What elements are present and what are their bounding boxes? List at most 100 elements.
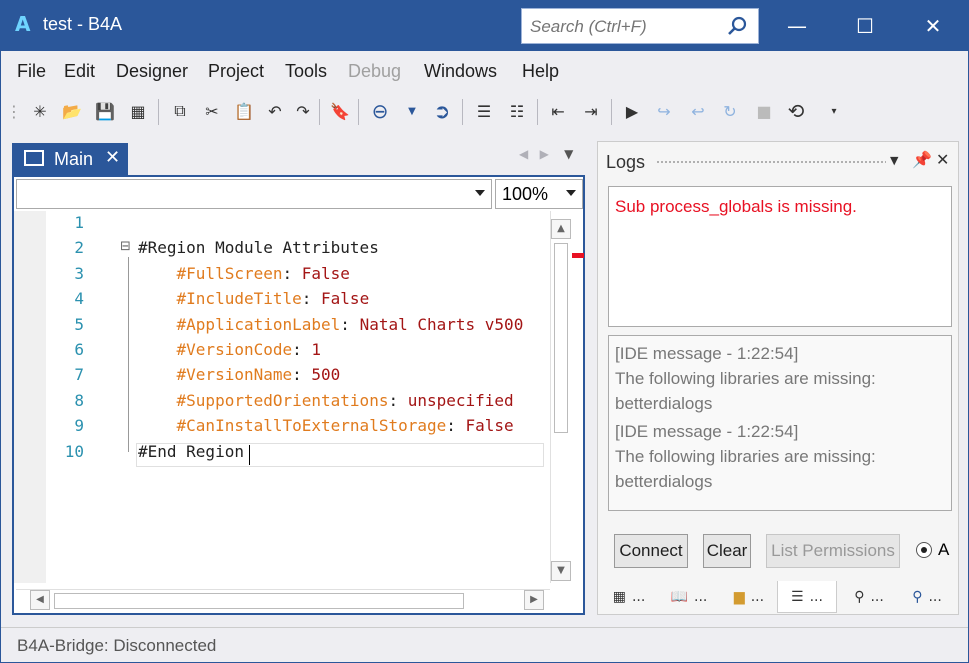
clear-button[interactable]: Clear xyxy=(703,534,751,568)
attribute-key: #VersionCode xyxy=(176,340,293,359)
code-line[interactable]: #End Region xyxy=(138,442,244,467)
search-input[interactable] xyxy=(530,17,730,37)
open-folder-icon[interactable]: 📂 xyxy=(59,98,85,124)
restart-icon[interactable]: ⟲ xyxy=(783,98,809,124)
paste-icon[interactable]: 📋 xyxy=(231,98,257,124)
radio-selected-dot xyxy=(921,547,927,553)
separator: : xyxy=(292,340,312,359)
menu-debug[interactable]: Debug xyxy=(348,61,401,82)
attribute-value: False xyxy=(301,263,350,283)
code-editor: 100% 1 2 ⊟ #Region Module Attributes 3 #Full… xyxy=(12,175,585,615)
separator: : xyxy=(292,365,312,385)
stop-icon[interactable]: ■ xyxy=(751,98,777,124)
menu-tools[interactable]: Tools xyxy=(285,61,327,82)
maximize-button[interactable]: ☐ xyxy=(831,1,899,51)
outdent-icon[interactable]: ⇤ xyxy=(545,98,571,124)
tab-main-label: Main xyxy=(54,149,94,169)
code-line[interactable]: #FullScreen: False xyxy=(138,264,350,289)
radio-a[interactable] xyxy=(916,542,932,558)
menu-edit[interactable]: Edit xyxy=(64,61,95,82)
log-messages-box[interactable]: [IDE message - 1:22:54] The following li… xyxy=(608,335,952,511)
fold-toggle-icon[interactable]: ⊟ xyxy=(120,239,131,254)
copy-icon[interactable]: ⧉ xyxy=(167,98,193,124)
scrollbar-thumb[interactable] xyxy=(554,243,568,433)
error-marker[interactable] xyxy=(572,253,584,258)
zoom-combo[interactable]: 100% xyxy=(495,179,583,209)
step-in-icon[interactable]: ↪ xyxy=(651,98,677,124)
scroll-left-icon[interactable]: ◀ xyxy=(30,590,50,610)
undo-icon[interactable]: ↶ xyxy=(262,98,288,124)
back-dropdown-icon[interactable]: ▼ xyxy=(399,98,425,124)
uncomment-block-icon[interactable]: ☷ xyxy=(504,98,530,124)
code-line[interactable]: #SupportedOrientations: unspecified xyxy=(138,391,514,416)
tab-logs[interactable]: ☰... xyxy=(777,581,837,613)
search-icon[interactable] xyxy=(726,15,748,37)
attribute-value: Natal Charts v500 xyxy=(359,314,524,334)
list-permissions-button[interactable]: List Permissions xyxy=(766,534,900,568)
new-file-icon[interactable]: ✳ xyxy=(27,98,53,124)
modules-grid-icon: ▦ xyxy=(612,589,626,605)
line-number: 9 xyxy=(74,416,84,436)
tab-libraries[interactable]: 📖... xyxy=(659,581,719,613)
tab-quick-search[interactable]: ⚲... xyxy=(897,581,957,613)
status-text: B4A-Bridge: Disconnected xyxy=(17,636,217,655)
code-text: #End Region xyxy=(138,441,244,461)
line-number: 7 xyxy=(74,365,84,385)
designer-icon[interactable]: ▦ xyxy=(125,98,151,124)
tab-find[interactable]: ⚲... xyxy=(839,581,899,613)
redo-icon[interactable]: ↷ xyxy=(290,98,316,124)
toolbar-separator xyxy=(319,99,320,125)
menu-project[interactable]: Project xyxy=(208,61,264,82)
search-icon: ⚲ xyxy=(854,589,865,605)
search-box[interactable] xyxy=(521,8,759,44)
code-line[interactable]: #ApplicationLabel: Natal Charts v500 xyxy=(138,314,524,340)
menu-help[interactable]: Help xyxy=(522,61,559,82)
fold-guide xyxy=(128,257,129,452)
bookmark-icon[interactable]: 🔖 xyxy=(327,98,353,124)
run-icon[interactable]: ▶ xyxy=(619,98,645,124)
tab-main[interactable]: Main ✕ xyxy=(12,143,128,175)
menu-windows[interactable]: Windows xyxy=(424,61,497,82)
log-message-line: betterdialogs xyxy=(615,394,713,413)
horizontal-scrollbar[interactable]: ◀ ▶ xyxy=(16,589,550,611)
connect-button[interactable]: Connect xyxy=(614,534,688,568)
navigate-back-icon[interactable]: ⊖ xyxy=(367,98,393,124)
menu-designer[interactable]: Designer xyxy=(116,61,188,82)
sub-selector-combo[interactable] xyxy=(16,179,492,209)
indent-icon[interactable]: ⇥ xyxy=(578,98,604,124)
tab-scroll-icons[interactable]: ◀ ▶ ▼ xyxy=(519,147,573,161)
code-line[interactable]: #Region Module Attributes xyxy=(138,238,379,263)
tab-label: ... xyxy=(870,589,884,605)
tab-close-icon[interactable]: ✕ xyxy=(105,147,120,168)
navigate-forward-icon[interactable]: ➲ xyxy=(429,98,455,124)
scroll-right-icon[interactable]: ▶ xyxy=(524,590,544,610)
close-button[interactable]: ✕ xyxy=(899,1,967,51)
panel-close-icon[interactable]: ✕ xyxy=(936,150,949,169)
cut-icon[interactable]: ✂ xyxy=(199,98,225,124)
toolbar-overflow-icon[interactable]: ▾ xyxy=(821,98,847,124)
scroll-up-icon[interactable]: ▲ xyxy=(551,219,571,239)
code-line[interactable]: #VersionCode: 1 xyxy=(138,340,322,365)
log-errors-box[interactable]: Sub process_globals is missing. xyxy=(608,186,952,327)
code-line[interactable]: #VersionName: 500 xyxy=(138,365,341,390)
quick-search-icon: ⚲ xyxy=(912,589,923,605)
tab-files[interactable]: ▆... xyxy=(719,581,779,613)
panel-grip[interactable] xyxy=(656,160,886,164)
panel-menu-icon[interactable]: ▼ xyxy=(890,154,898,167)
scroll-down-icon[interactable]: ▼ xyxy=(551,561,571,581)
minimize-button[interactable]: — xyxy=(763,1,831,51)
chevron-down-icon[interactable] xyxy=(475,190,485,196)
tab-modules[interactable]: ▦... xyxy=(599,581,659,613)
code-line[interactable]: #CanInstallToExternalStorage: False xyxy=(138,416,514,441)
comment-block-icon[interactable]: ☰ xyxy=(471,98,497,124)
attribute-key: #FullScreen xyxy=(176,263,283,283)
vertical-scrollbar[interactable]: ▲ ▼ xyxy=(550,211,571,583)
scrollbar-thumb[interactable] xyxy=(54,593,464,609)
menu-file[interactable]: File xyxy=(17,61,46,82)
save-icon[interactable]: 💾 xyxy=(92,98,118,124)
code-line[interactable]: #IncludeTitle: False xyxy=(138,289,370,314)
step-over-icon[interactable]: ↩ xyxy=(685,98,711,124)
chevron-down-icon[interactable] xyxy=(566,190,576,196)
pin-icon[interactable]: 📌 xyxy=(912,150,932,169)
step-out-icon[interactable]: ↻ xyxy=(717,98,743,124)
